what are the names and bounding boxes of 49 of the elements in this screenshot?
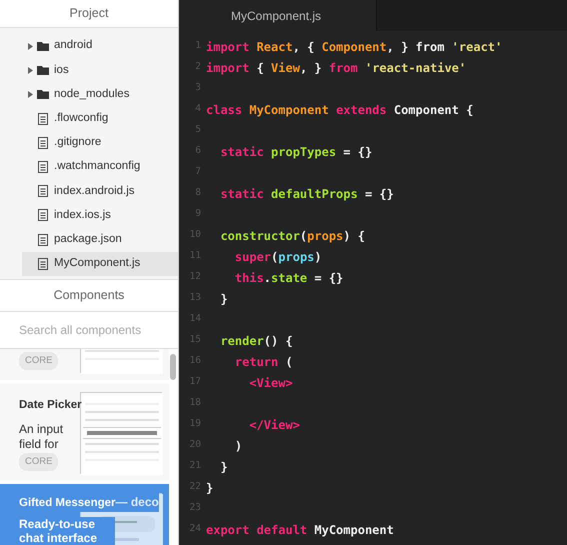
card-description: An input field for: [19, 422, 64, 452]
file-icon: [38, 185, 48, 198]
file-icon: [38, 136, 48, 149]
tree-item[interactable]: android: [22, 34, 178, 58]
tree-item[interactable]: .gitignore: [22, 130, 178, 155]
file-icon: [38, 112, 48, 125]
component-card[interactable]: Date Picker An input field for CORE: [0, 383, 169, 481]
file-icon: [38, 258, 48, 270]
tree-item[interactable]: index.android.js: [22, 179, 178, 204]
code-line: ): [234, 438, 242, 454]
panel-title: Components: [54, 287, 124, 304]
file-icon: [38, 161, 48, 174]
card-title: Date Picker: [19, 399, 82, 411]
file-icon: [38, 234, 48, 246]
code-line: static defaultProps = {}: [219, 186, 394, 202]
code-line: <View>: [248, 374, 293, 392]
card-source: — deco: [116, 495, 159, 509]
tree-item[interactable]: .watchmanconfig: [22, 154, 178, 180]
scrollbar[interactable]: [170, 354, 176, 380]
code-line: return (: [234, 354, 293, 370]
card-title: Gifted Messenger: [19, 497, 116, 509]
folder-icon: [37, 41, 49, 52]
file-icon: [38, 209, 48, 222]
tree-item[interactable]: ios: [22, 58, 178, 82]
code-line: }: [219, 458, 228, 476]
code-line: static propTypes = {}: [219, 144, 372, 160]
card-description: Ready-to-use chat interface: [19, 517, 115, 545]
tree-item[interactable]: node_modules: [22, 82, 178, 107]
tag: CORE: [19, 452, 58, 471]
folder-icon: [37, 89, 49, 100]
tree-item[interactable]: MyComponent.js: [22, 252, 178, 276]
code-line: render() {: [219, 332, 293, 350]
folder-icon: [37, 65, 49, 76]
tag: CORE: [19, 352, 58, 370]
code-line: }: [206, 480, 214, 496]
code-line: export default MyComponent: [206, 522, 394, 538]
editor-tab[interactable]: MyComponent.js: [179, 0, 377, 31]
code-line: super(props): [234, 248, 322, 266]
code-line: </View>: [248, 416, 300, 434]
tree-item[interactable]: package.json: [22, 228, 178, 252]
code-line: import React, { Component, } from 'react': [206, 38, 502, 56]
code-line: this.state = {}: [234, 270, 344, 286]
tree-item[interactable]: .flowconfig: [22, 106, 178, 131]
code-line: import { View, } from 'react-native': [206, 60, 466, 76]
code-line: constructor(props) {: [219, 228, 365, 244]
code-line: class MyComponent extends Component {: [206, 102, 474, 118]
panel-title: Project: [70, 5, 108, 22]
code-line: }: [219, 290, 228, 308]
tree-item[interactable]: index.ios.js: [22, 203, 178, 228]
